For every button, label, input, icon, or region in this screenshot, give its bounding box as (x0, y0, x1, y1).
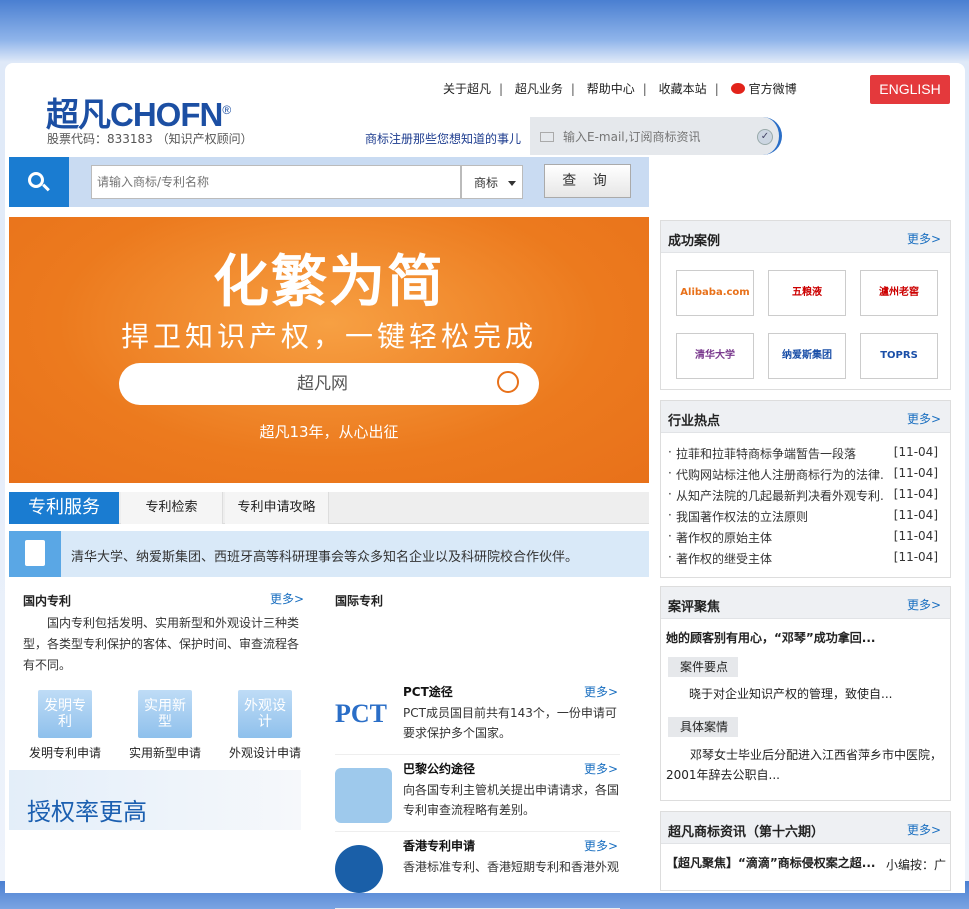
paris-item[interactable]: 巴黎公约途径 更多> 向各国专利主管机关提出申请请求，各国专利审查流程略有差别。 (335, 760, 620, 832)
grant-rate-banner[interactable]: 授权率更高 (9, 770, 301, 830)
news-title: 超凡商标资讯（第十六期） (668, 825, 825, 840)
news-item[interactable]: 我国著作权法的立法原则[11-04] (668, 508, 938, 525)
review-headline[interactable]: 她的顾客别有用心，“邓琴”成功拿回... (666, 629, 875, 646)
weibo-icon (730, 83, 745, 94)
chofn-logo[interactable]: 超凡CHOFN® (46, 88, 231, 136)
tag-case-details: 具体案情 (668, 717, 738, 737)
luzhou-logo[interactable]: 瀘州老窖 (860, 270, 938, 316)
search-bar: 商标 查 询 (9, 157, 649, 207)
news-item[interactable]: 拉菲和拉菲特商标争端暂告一段落[11-04] (668, 445, 938, 462)
search-icon[interactable] (9, 157, 69, 207)
design-icon[interactable]: 外观设计 (238, 690, 292, 738)
patent-tabs: 专利服务 专利检索 专利申请攻略 (9, 492, 649, 524)
banner-title: 化繁为简 (213, 250, 445, 315)
nav-help[interactable]: 帮助中心 (587, 80, 635, 97)
banner[interactable]: 化繁为简 捍卫知识产权，一键轻松完成 超凡网 超凡13年，从心出征 (9, 217, 649, 483)
english-button[interactable]: ENGLISH (870, 75, 950, 104)
hk-logo-icon (335, 845, 383, 893)
cases-panel: 成功案例 更多> Alibaba.com 五粮液 瀘州老窖 清华大学 纳爱斯集团 … (660, 220, 951, 390)
top-nav: 关于超凡 | 超凡业务 | 帮助中心 | 收藏本站 | 官方微博 (443, 80, 797, 97)
map-icon (335, 768, 392, 823)
cases-more-link[interactable]: 更多> (907, 230, 941, 247)
utility-icon[interactable]: 实用新型 (138, 690, 192, 738)
review-text2[interactable]: 邓琴女士毕业后分配进入江西省萍乡市中医院，2001年辞去公职自... (666, 745, 946, 785)
news-item[interactable]: 著作权的继受主体[11-04] (668, 550, 938, 567)
review-text1[interactable]: 晓于对企业知识产权的管理，致使自... (689, 685, 892, 702)
pct-logo: PCT (335, 699, 387, 728)
invention-icon[interactable]: 发明专利 (38, 690, 92, 738)
banner-footer: 超凡13年，从心出征 (259, 423, 399, 441)
tag-key-points: 案件要点 (668, 657, 738, 677)
news-item[interactable]: 代购网站标注他人注册商标行为的法律...[11-04] (668, 466, 938, 483)
cases-title: 成功案例 (668, 234, 721, 249)
nice-logo[interactable]: 纳爱斯集团 (768, 333, 846, 379)
tab-patent-guide[interactable]: 专利申请攻略 (225, 492, 329, 524)
document-icon (9, 531, 61, 577)
check-icon[interactable]: ✓ (757, 129, 773, 145)
mail-icon (540, 132, 554, 142)
query-button[interactable]: 查 询 (544, 164, 631, 198)
hk-more-link[interactable]: 更多> (584, 837, 618, 854)
news-item[interactable]: 著作权的原始主体[11-04] (668, 529, 938, 546)
toprs-logo[interactable]: TOPRS (860, 333, 938, 379)
hk-item[interactable]: 香港专利申请 更多> 香港标准专利、香港短期专利和香港外观 (335, 837, 620, 909)
intl-patent-title: 国际专利 (335, 594, 384, 608)
domestic-patent-title: 国内专利 (23, 594, 72, 608)
tsinghua-logo[interactable]: 清华大学 (676, 333, 754, 379)
tab-patent-search[interactable]: 专利检索 (121, 492, 223, 524)
news-side: 小编按：广 (886, 858, 947, 872)
paris-more-link[interactable]: 更多> (584, 760, 618, 777)
review-panel: 案评聚焦 更多> 她的顾客别有用心，“邓琴”成功拿回... 案件要点 晓于对企业知… (660, 586, 951, 801)
search-type-select[interactable]: 商标 (461, 165, 523, 199)
invention-link[interactable]: 发明专利申请 (29, 744, 101, 761)
domestic-more-link[interactable]: 更多> (270, 590, 304, 607)
subscribe-label[interactable]: 商标注册那些您想知道的事儿 (365, 130, 521, 147)
news-item[interactable]: 从知产法院的几起最新判决看外观专利...[11-04] (668, 487, 938, 504)
wuliangye-logo[interactable]: 五粮液 (768, 270, 846, 316)
search-input[interactable] (91, 165, 461, 199)
nav-about[interactable]: 关于超凡 (443, 80, 491, 97)
hot-panel: 行业热点 更多> 拉菲和拉菲特商标争端暂告一段落[11-04] 代购网站标注他人注… (660, 400, 951, 578)
news-more-link[interactable]: 更多> (907, 821, 941, 838)
design-link[interactable]: 外观设计申请 (229, 744, 301, 761)
alibaba-logo[interactable]: Alibaba.com (676, 270, 754, 316)
news-headline[interactable]: 【超凡聚焦】“滴滴”商标侵权案之超... (666, 854, 875, 871)
tab-patent-service[interactable]: 专利服务 (9, 492, 119, 524)
review-title: 案评聚焦 (668, 600, 721, 615)
utility-link[interactable]: 实用新型申请 (129, 744, 201, 761)
banner-slogan: 捍卫知识产权，一键轻松完成 (120, 320, 537, 353)
chevron-down-icon (508, 181, 516, 190)
nav-business[interactable]: 超凡业务 (515, 80, 563, 97)
pct-item[interactable]: PCT PCT途径 更多> PCT成员国目前共有143个，一份申请可要求保护多个… (335, 683, 620, 755)
pct-more-link[interactable]: 更多> (584, 683, 618, 700)
magnifier-icon (497, 371, 519, 393)
partner-note: 清华大学、纳爱斯集团、西班牙高等科研理事会等众多知名企业以及科研院校合作伙伴。 (9, 531, 649, 577)
banner-searchbox: 超凡网 (119, 363, 539, 405)
subscribe-box: ✓ (530, 117, 782, 155)
hot-title: 行业热点 (668, 414, 721, 429)
stock-code: 股票代码：833183 （知识产权顾问） (47, 132, 253, 146)
nav-favorite[interactable]: 收藏本站 (659, 80, 707, 97)
domestic-desc: 国内专利包括发明、实用新型和外观设计三种类型，各类型专利保护的客体、保护时间、审… (23, 616, 300, 672)
nav-weibo[interactable]: 官方微博 (749, 80, 797, 97)
email-input[interactable] (563, 126, 743, 148)
chofn-news-panel: 超凡商标资讯（第十六期） 更多> 【超凡聚焦】“滴滴”商标侵权案之超... 小编按… (660, 811, 951, 891)
hot-more-link[interactable]: 更多> (907, 410, 941, 427)
review-more-link[interactable]: 更多> (907, 596, 941, 613)
